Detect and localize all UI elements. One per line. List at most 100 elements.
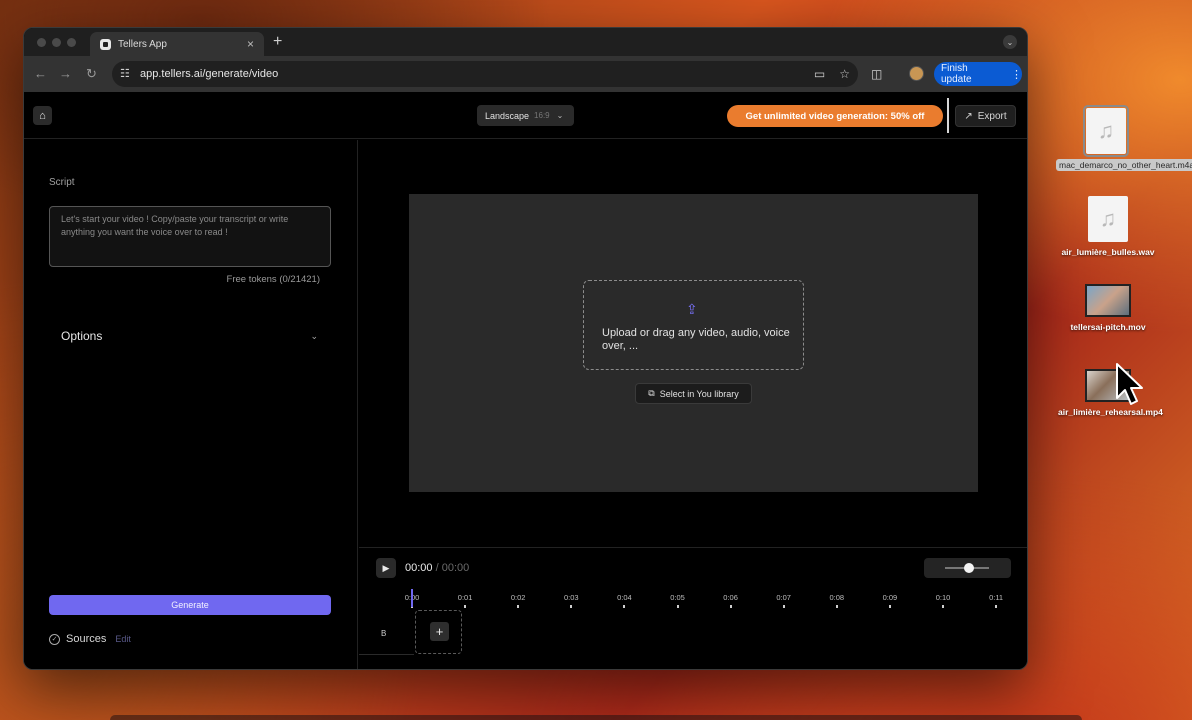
sources-label: Sources — [66, 633, 107, 645]
export-arrow-icon: ↗ — [964, 110, 973, 122]
tab-search-icon[interactable]: ⌄ — [1003, 35, 1017, 49]
timeline-tick-mark — [464, 605, 467, 608]
timeline-tick-label: 0:10 — [935, 593, 951, 602]
upload-icon: ⇪ — [686, 301, 698, 317]
add-clip-slot[interactable]: + — [415, 610, 462, 654]
browser-window: Tellers App × + ⌄ ← → ↻ ☷ app.tellers.ai… — [23, 27, 1028, 670]
format-label: Landscape — [485, 110, 530, 121]
timeline-tick: 0:02 — [503, 593, 533, 608]
mouse-pointer-icon — [1116, 363, 1143, 405]
timeline-tick-label: 0:04 — [617, 593, 632, 602]
extensions-icon[interactable]: ◫ — [871, 67, 882, 81]
video-file-thumbnail — [1085, 284, 1131, 317]
timeline-tick-label: 0:03 — [563, 593, 579, 602]
library-label: Select in You library — [659, 388, 739, 399]
back-arrow-icon[interactable]: ← — [34, 67, 47, 80]
desktop-file[interactable]: ♫ mac_demarco_no_other_heart.m4a — [1056, 105, 1192, 173]
preview-panel: ⇪ Upload or drag any video, audio, voice… — [359, 140, 1027, 547]
video-canvas: ⇪ Upload or drag any video, audio, voice… — [409, 194, 978, 492]
timeline-tick-label: 0:05 — [670, 593, 685, 602]
new-tab-button[interactable]: + — [273, 33, 282, 51]
script-panel: Script Free tokens (0/21421) Options ⌄ G… — [24, 140, 358, 669]
timeline-tick: 0:11 — [981, 593, 1011, 608]
forward-arrow-icon[interactable]: → — [59, 67, 72, 80]
tab-title: Tellers App — [118, 38, 167, 50]
url-text[interactable]: app.tellers.ai/generate/video — [140, 68, 278, 80]
generate-button[interactable]: Generate — [49, 595, 331, 615]
browser-tab[interactable]: Tellers App × — [90, 32, 264, 56]
dock-hint — [110, 715, 1082, 720]
address-bar[interactable]: ☷ app.tellers.ai/generate/video ▭ ☆ — [112, 61, 858, 87]
upload-dropzone[interactable]: ⇪ Upload or drag any video, audio, voice… — [583, 280, 804, 370]
desktop-file-label: mac_demarco_no_other_heart.m4a — [1056, 159, 1192, 171]
minimize-window-icon[interactable] — [52, 38, 61, 47]
zoom-slider[interactable] — [924, 558, 1011, 578]
maximize-window-icon[interactable] — [67, 38, 76, 47]
timeline-tick: 0:06 — [716, 593, 746, 608]
site-settings-icon[interactable]: ☷ — [120, 68, 132, 80]
timeline-tick-mark — [835, 605, 838, 608]
timeline-tick-label: 0:06 — [723, 593, 738, 602]
timeline-tick: 0:07 — [769, 593, 799, 608]
timeline-tick-mark — [995, 605, 998, 608]
close-tab-icon[interactable]: × — [247, 38, 254, 50]
sources-row: ✓ Sources Edit — [49, 633, 131, 645]
timeline-tick-label: 0:08 — [829, 593, 845, 602]
upload-text: Upload or drag any video, audio, voice o… — [602, 327, 790, 352]
timeline-tick-mark — [676, 605, 679, 608]
close-window-icon[interactable] — [37, 38, 46, 47]
time-display: 00:00 / 00:00 — [405, 562, 469, 574]
cast-icon[interactable]: ▭ — [814, 67, 825, 81]
script-input[interactable] — [61, 213, 319, 260]
time-ruler[interactable]: 0:000:010:020:030:040:050:060:070:080:09… — [405, 593, 1006, 613]
timeline-tick: 0:03 — [556, 593, 586, 608]
library-icon: ⧉ — [648, 388, 655, 398]
timeline-tick: 0:08 — [822, 593, 852, 608]
browser-toolbar: ← → ↻ ☷ app.tellers.ai/generate/video ▭ … — [24, 56, 1027, 92]
promo-button[interactable]: Get unlimited video generation: 50% off — [727, 105, 943, 127]
track-label: B — [381, 629, 387, 638]
finish-update-button[interactable]: Finish update ⋮ — [934, 62, 1022, 86]
script-input-wrapper[interactable] — [49, 206, 331, 267]
free-tokens: Free tokens (0/21421) — [226, 274, 320, 285]
app-header: ⌂ Landscape 16:9 ⌄ Get unlimited video g… — [24, 92, 1027, 139]
timeline-tick-mark — [517, 605, 520, 608]
timeline-tick: 0:10 — [928, 593, 958, 608]
chevron-down-icon: ⌄ — [556, 111, 564, 120]
format-dropdown[interactable]: Landscape 16:9 ⌄ — [477, 105, 574, 126]
timeline-tick-mark — [570, 605, 573, 608]
tellers-favicon-icon — [100, 38, 111, 50]
audio-file-icon: ♫ — [1088, 196, 1128, 242]
bookmark-star-icon[interactable]: ☆ — [839, 67, 850, 81]
options-label: Options — [61, 329, 103, 343]
desktop-file-label: tellersai-pitch.mov — [1070, 322, 1146, 332]
profile-avatar[interactable] — [909, 66, 924, 81]
plus-icon: + — [435, 624, 444, 639]
desktop-file[interactable]: ♫ air_lumière_bulles.wav — [1058, 196, 1158, 257]
home-icon: ⌂ — [39, 109, 46, 122]
play-button[interactable]: ▶ — [376, 558, 396, 578]
select-library-button[interactable]: ⧉ Select in You library — [635, 383, 752, 404]
more-menu-icon[interactable]: ⋮ — [1011, 68, 1022, 81]
options-toggle[interactable]: Options ⌄ — [61, 329, 318, 343]
add-clip-button[interactable]: + — [430, 622, 449, 641]
timeline-tick: 0:05 — [663, 593, 693, 608]
playhead[interactable] — [411, 589, 413, 607]
reload-icon[interactable]: ↻ — [86, 67, 97, 80]
time-separator: / — [435, 562, 439, 574]
timeline-tick-mark — [623, 605, 626, 608]
export-button[interactable]: ↗ Export — [955, 105, 1016, 127]
zoom-handle[interactable] — [964, 563, 975, 573]
window-controls[interactable] — [37, 38, 76, 47]
timeline: ▶ 00:00 / 00:00 0:000:010:020:030:040:05… — [359, 547, 1027, 669]
sources-edit-link[interactable]: Edit — [115, 634, 131, 644]
timeline-tick: 0:01 — [450, 593, 480, 608]
timeline-tick: 0:09 — [875, 593, 905, 608]
desktop-file[interactable]: tellersai-pitch.mov — [1058, 284, 1158, 332]
total-time: 00:00 — [441, 562, 470, 574]
home-button[interactable]: ⌂ — [33, 106, 52, 125]
timeline-tick-label: 0:09 — [882, 593, 898, 602]
timeline-tick-label: 0:02 — [510, 593, 526, 602]
script-label: Script — [49, 177, 75, 188]
timeline-tick-label: 0:01 — [457, 593, 473, 602]
